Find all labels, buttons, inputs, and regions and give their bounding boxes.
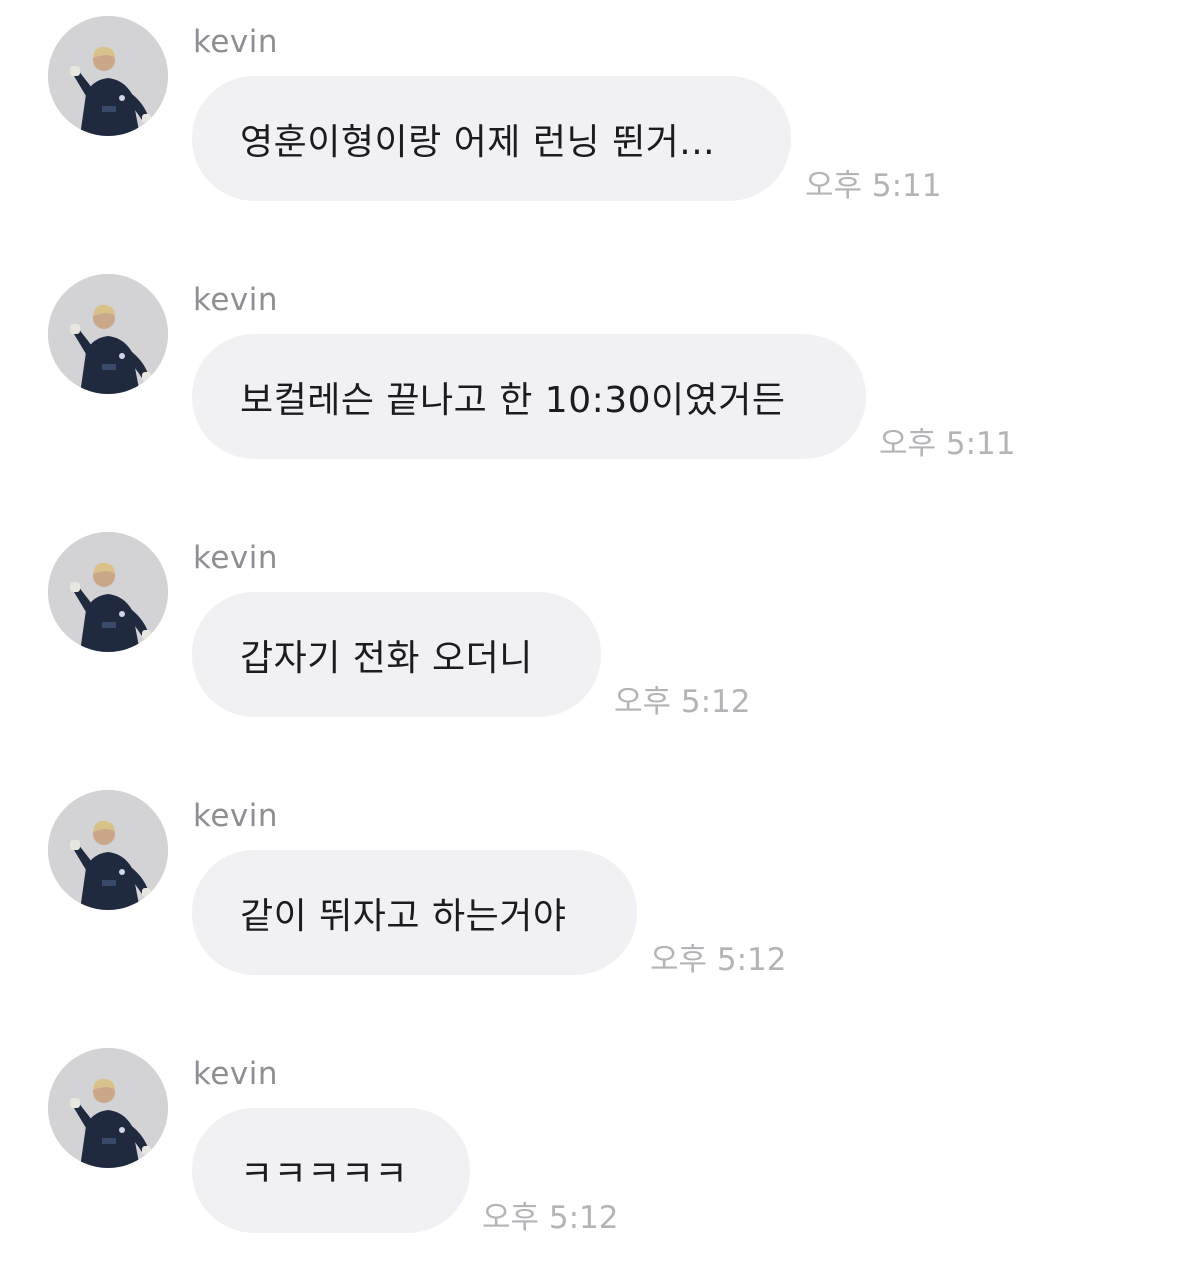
avatar-photo-icon bbox=[48, 1048, 168, 1168]
message-bubble[interactable]: 보컬레슨 끝나고 한 10:30이였거든 bbox=[192, 334, 866, 459]
message-text: ㅋㅋㅋㅋㅋ bbox=[240, 1153, 409, 1195]
message-bubble[interactable]: 영훈이형이랑 어제 런닝 뛴거... bbox=[192, 76, 791, 201]
message-timestamp: 오후 5:12 bbox=[482, 1200, 619, 1236]
avatar-photo-icon bbox=[48, 790, 168, 910]
message-text: 갑자기 전화 오더니 bbox=[240, 637, 533, 679]
avatar[interactable] bbox=[48, 274, 168, 394]
chat-message-list: kevin 영훈이형이랑 어제 런닝 뛴거... 오후 5:11 kevin 보… bbox=[0, 0, 1179, 1250]
avatar[interactable] bbox=[48, 1048, 168, 1168]
message-row: kevin ㅋㅋㅋㅋㅋ 오후 5:12 bbox=[0, 1032, 1179, 1272]
avatar[interactable] bbox=[48, 16, 168, 136]
avatar-photo-icon bbox=[48, 16, 168, 136]
message-text: 영훈이형이랑 어제 런닝 뛴거... bbox=[240, 121, 716, 163]
avatar-photo-icon bbox=[48, 274, 168, 394]
sender-name: kevin bbox=[193, 540, 279, 576]
avatar-photo-icon bbox=[48, 532, 168, 652]
avatar[interactable] bbox=[48, 532, 168, 652]
sender-name: kevin bbox=[193, 798, 279, 834]
sender-name: kevin bbox=[193, 24, 279, 60]
sender-name: kevin bbox=[193, 282, 279, 318]
message-timestamp: 오후 5:12 bbox=[614, 684, 751, 720]
message-row: kevin 갑자기 전화 오더니 오후 5:12 bbox=[0, 516, 1179, 756]
message-bubble[interactable]: 갑자기 전화 오더니 bbox=[192, 592, 601, 717]
message-timestamp: 오후 5:11 bbox=[805, 168, 942, 204]
message-timestamp: 오후 5:12 bbox=[650, 942, 787, 978]
message-row: kevin 같이 뛰자고 하는거야 오후 5:12 bbox=[0, 774, 1179, 1014]
avatar[interactable] bbox=[48, 790, 168, 910]
message-row: kevin 보컬레슨 끝나고 한 10:30이였거든 오후 5:11 bbox=[0, 258, 1179, 498]
message-text: 보컬레슨 끝나고 한 10:30이였거든 bbox=[240, 379, 786, 421]
message-bubble[interactable]: ㅋㅋㅋㅋㅋ bbox=[192, 1108, 470, 1233]
message-bubble[interactable]: 같이 뛰자고 하는거야 bbox=[192, 850, 637, 975]
message-timestamp: 오후 5:11 bbox=[879, 426, 1016, 462]
message-text: 같이 뛰자고 하는거야 bbox=[240, 895, 567, 937]
message-row: kevin 영훈이형이랑 어제 런닝 뛴거... 오후 5:11 bbox=[0, 0, 1179, 240]
sender-name: kevin bbox=[193, 1056, 279, 1092]
